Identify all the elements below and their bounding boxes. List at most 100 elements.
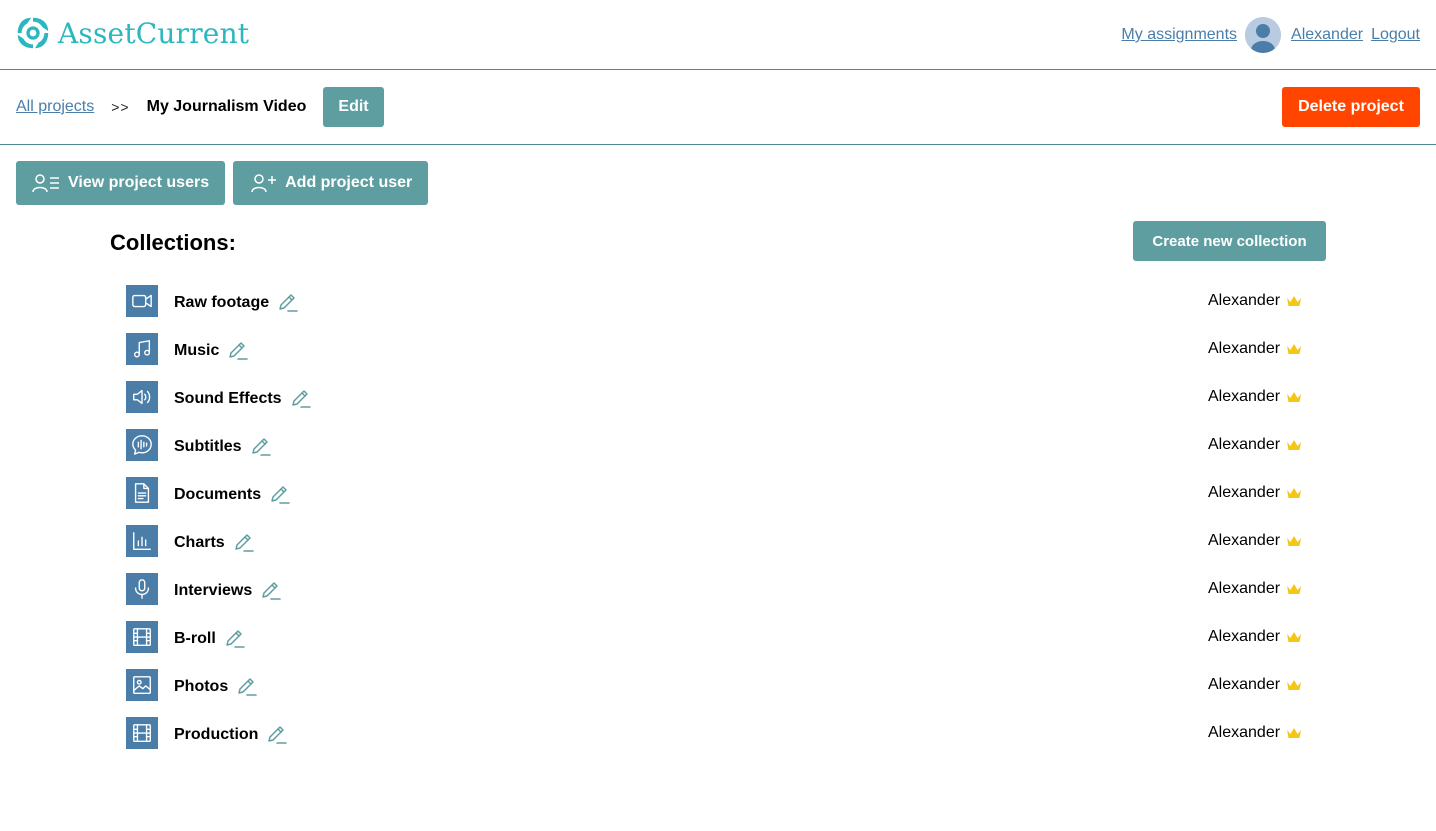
collection-row[interactable]: Interviews Alexander bbox=[126, 573, 1306, 621]
crown-icon bbox=[1286, 630, 1302, 644]
pencil-icon[interactable] bbox=[250, 436, 272, 458]
pencil-icon[interactable] bbox=[260, 580, 282, 602]
collection-name[interactable]: B-roll bbox=[174, 628, 246, 650]
collection-name-label: Production bbox=[174, 726, 259, 743]
logo-text: AssetCurrent bbox=[58, 16, 250, 50]
breadcrumb: All projects >> My Journalism Video bbox=[16, 98, 306, 116]
avatar[interactable] bbox=[1245, 17, 1282, 53]
owner-name: Alexander bbox=[1208, 724, 1281, 741]
microphone-icon bbox=[126, 573, 158, 605]
music-note-icon bbox=[126, 333, 158, 365]
collection-row[interactable]: Production Alexander bbox=[126, 717, 1306, 765]
collection-owner: Alexander bbox=[1208, 676, 1302, 694]
crown-icon bbox=[1286, 342, 1302, 356]
collection-owner: Alexander bbox=[1208, 388, 1302, 406]
collection-row[interactable]: Sound Effects Alexander bbox=[126, 381, 1306, 429]
collection-name[interactable]: Subtitles bbox=[174, 436, 272, 458]
pencil-icon[interactable] bbox=[266, 724, 288, 746]
pencil-icon[interactable] bbox=[269, 484, 291, 506]
film-icon bbox=[126, 621, 158, 653]
film-icon bbox=[126, 717, 158, 749]
collection-row[interactable]: B-roll Alexander bbox=[126, 621, 1306, 669]
pencil-icon[interactable] bbox=[277, 292, 299, 314]
pencil-icon[interactable] bbox=[227, 340, 249, 362]
speaker-icon bbox=[126, 381, 158, 413]
pencil-icon[interactable] bbox=[233, 532, 255, 554]
logout-link[interactable]: Logout bbox=[1371, 26, 1420, 44]
collection-owner: Alexander bbox=[1208, 340, 1302, 358]
collection-name[interactable]: Documents bbox=[174, 484, 291, 506]
collection-name[interactable]: Sound Effects bbox=[174, 388, 312, 410]
collection-name[interactable]: Production bbox=[174, 724, 288, 746]
user-avatar-icon bbox=[1245, 17, 1282, 53]
delete-project-button[interactable]: Delete project bbox=[1282, 87, 1420, 127]
collection-name-label: Subtitles bbox=[174, 438, 242, 455]
collection-row[interactable]: Music Alexander bbox=[126, 333, 1306, 381]
collection-name-label: Documents bbox=[174, 486, 262, 503]
crown-icon bbox=[1286, 678, 1302, 692]
collection-name-label: Sound Effects bbox=[174, 390, 282, 407]
collection-name[interactable]: Raw footage bbox=[174, 292, 299, 314]
pencil-icon[interactable] bbox=[224, 628, 246, 650]
project-user-actions: View project users Add project user bbox=[16, 161, 436, 205]
breadcrumb-separator: >> bbox=[111, 99, 130, 115]
user-list-icon bbox=[32, 174, 59, 193]
collections-heading: Collections: bbox=[110, 230, 236, 255]
collection-row[interactable]: Photos Alexander bbox=[126, 669, 1306, 717]
speech-bubble-icon bbox=[126, 429, 158, 461]
owner-name: Alexander bbox=[1208, 676, 1281, 693]
crown-icon bbox=[1286, 390, 1302, 404]
collection-owner: Alexander bbox=[1208, 292, 1302, 310]
edit-project-button[interactable]: Edit bbox=[323, 87, 384, 127]
collection-name-label: Photos bbox=[174, 678, 229, 695]
owner-name: Alexander bbox=[1208, 436, 1281, 453]
collection-name[interactable]: Photos bbox=[174, 676, 258, 698]
owner-name: Alexander bbox=[1208, 484, 1281, 501]
pencil-icon[interactable] bbox=[290, 388, 312, 410]
bar-chart-icon bbox=[126, 525, 158, 557]
image-icon bbox=[126, 669, 158, 701]
collection-name[interactable]: Interviews bbox=[174, 580, 282, 602]
collection-row[interactable]: Charts Alexander bbox=[126, 525, 1306, 573]
collection-owner: Alexander bbox=[1208, 484, 1302, 502]
pencil-icon[interactable] bbox=[236, 676, 258, 698]
my-assignments-link[interactable]: My assignments bbox=[1121, 26, 1237, 44]
video-camera-icon bbox=[126, 285, 158, 317]
top-header: AssetCurrent My assignments Alexander Lo… bbox=[0, 0, 1436, 70]
collection-name[interactable]: Charts bbox=[174, 532, 255, 554]
owner-name: Alexander bbox=[1208, 388, 1281, 405]
collection-owner: Alexander bbox=[1208, 580, 1302, 598]
collection-name-label: Interviews bbox=[174, 582, 253, 599]
owner-name: Alexander bbox=[1208, 580, 1281, 597]
app-logo[interactable]: AssetCurrent bbox=[14, 14, 249, 52]
all-projects-link[interactable]: All projects bbox=[16, 98, 94, 116]
crown-icon bbox=[1286, 534, 1302, 548]
collection-row[interactable]: Raw footage Alexander bbox=[126, 285, 1306, 333]
crown-icon bbox=[1286, 294, 1302, 308]
project-bar: All projects >> My Journalism Video Edit… bbox=[0, 70, 1436, 145]
username-link[interactable]: Alexander bbox=[1291, 26, 1363, 44]
crown-icon bbox=[1286, 438, 1302, 452]
collection-row[interactable]: Subtitles Alexander bbox=[126, 429, 1306, 477]
view-project-users-label: View project users bbox=[68, 174, 210, 191]
logo-swirl-icon bbox=[17, 17, 49, 49]
collection-row[interactable]: Documents Alexander bbox=[126, 477, 1306, 525]
crown-icon bbox=[1286, 582, 1302, 596]
owner-name: Alexander bbox=[1208, 340, 1281, 357]
collection-name-label: Raw footage bbox=[174, 294, 270, 311]
view-project-users-button[interactable]: View project users bbox=[16, 161, 226, 205]
user-area: My assignments Alexander Logout bbox=[1121, 16, 1420, 54]
collection-name-label: B-roll bbox=[174, 630, 216, 647]
collection-owner: Alexander bbox=[1208, 436, 1302, 454]
collection-owner: Alexander bbox=[1208, 724, 1302, 742]
collections-list: Raw footage Alexander Music Alexander So… bbox=[126, 285, 1306, 765]
add-project-user-button[interactable]: Add project user bbox=[233, 161, 429, 205]
owner-name: Alexander bbox=[1208, 292, 1281, 309]
collection-owner: Alexander bbox=[1208, 532, 1302, 550]
project-name: My Journalism Video bbox=[146, 98, 307, 115]
collection-name[interactable]: Music bbox=[174, 340, 249, 362]
crown-icon bbox=[1286, 726, 1302, 740]
document-icon bbox=[126, 477, 158, 509]
add-user-icon bbox=[251, 174, 277, 193]
create-collection-button[interactable]: Create new collection bbox=[1133, 221, 1326, 261]
